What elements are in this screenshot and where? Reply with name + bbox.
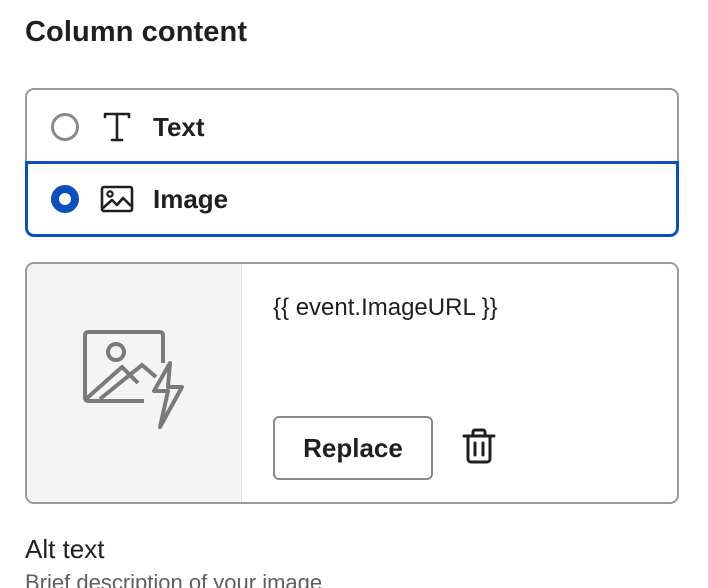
image-option-label: Image [153, 183, 229, 214]
image-radio-button[interactable] [51, 185, 79, 213]
image-thumbnail [27, 264, 242, 502]
alt-text-hint: Brief description of your image [25, 570, 323, 588]
image-url-value: {{ event.ImageURL }} [273, 294, 498, 321]
content-type-option-image[interactable]: Image [25, 161, 679, 237]
image-icon [99, 181, 135, 217]
text-radio-button[interactable] [51, 113, 79, 141]
delete-image-button[interactable] [459, 428, 499, 468]
section-title: Column content [25, 16, 248, 48]
dynamic-image-placeholder-icon [82, 329, 186, 438]
column-content-panel: Column content Text Image {{event.Image… [0, 0, 708, 588]
text-type-icon [99, 109, 135, 145]
content-type-option-text[interactable]: Text [27, 90, 677, 164]
image-source-card: {{ event.ImageURL }} Replace [25, 262, 679, 504]
content-type-radio-group: Text Image [25, 88, 679, 237]
trash-icon [462, 428, 496, 469]
replace-button[interactable]: Replace [273, 416, 433, 480]
alt-text-label: Alt text [25, 534, 105, 564]
text-option-label: Text [153, 111, 205, 142]
